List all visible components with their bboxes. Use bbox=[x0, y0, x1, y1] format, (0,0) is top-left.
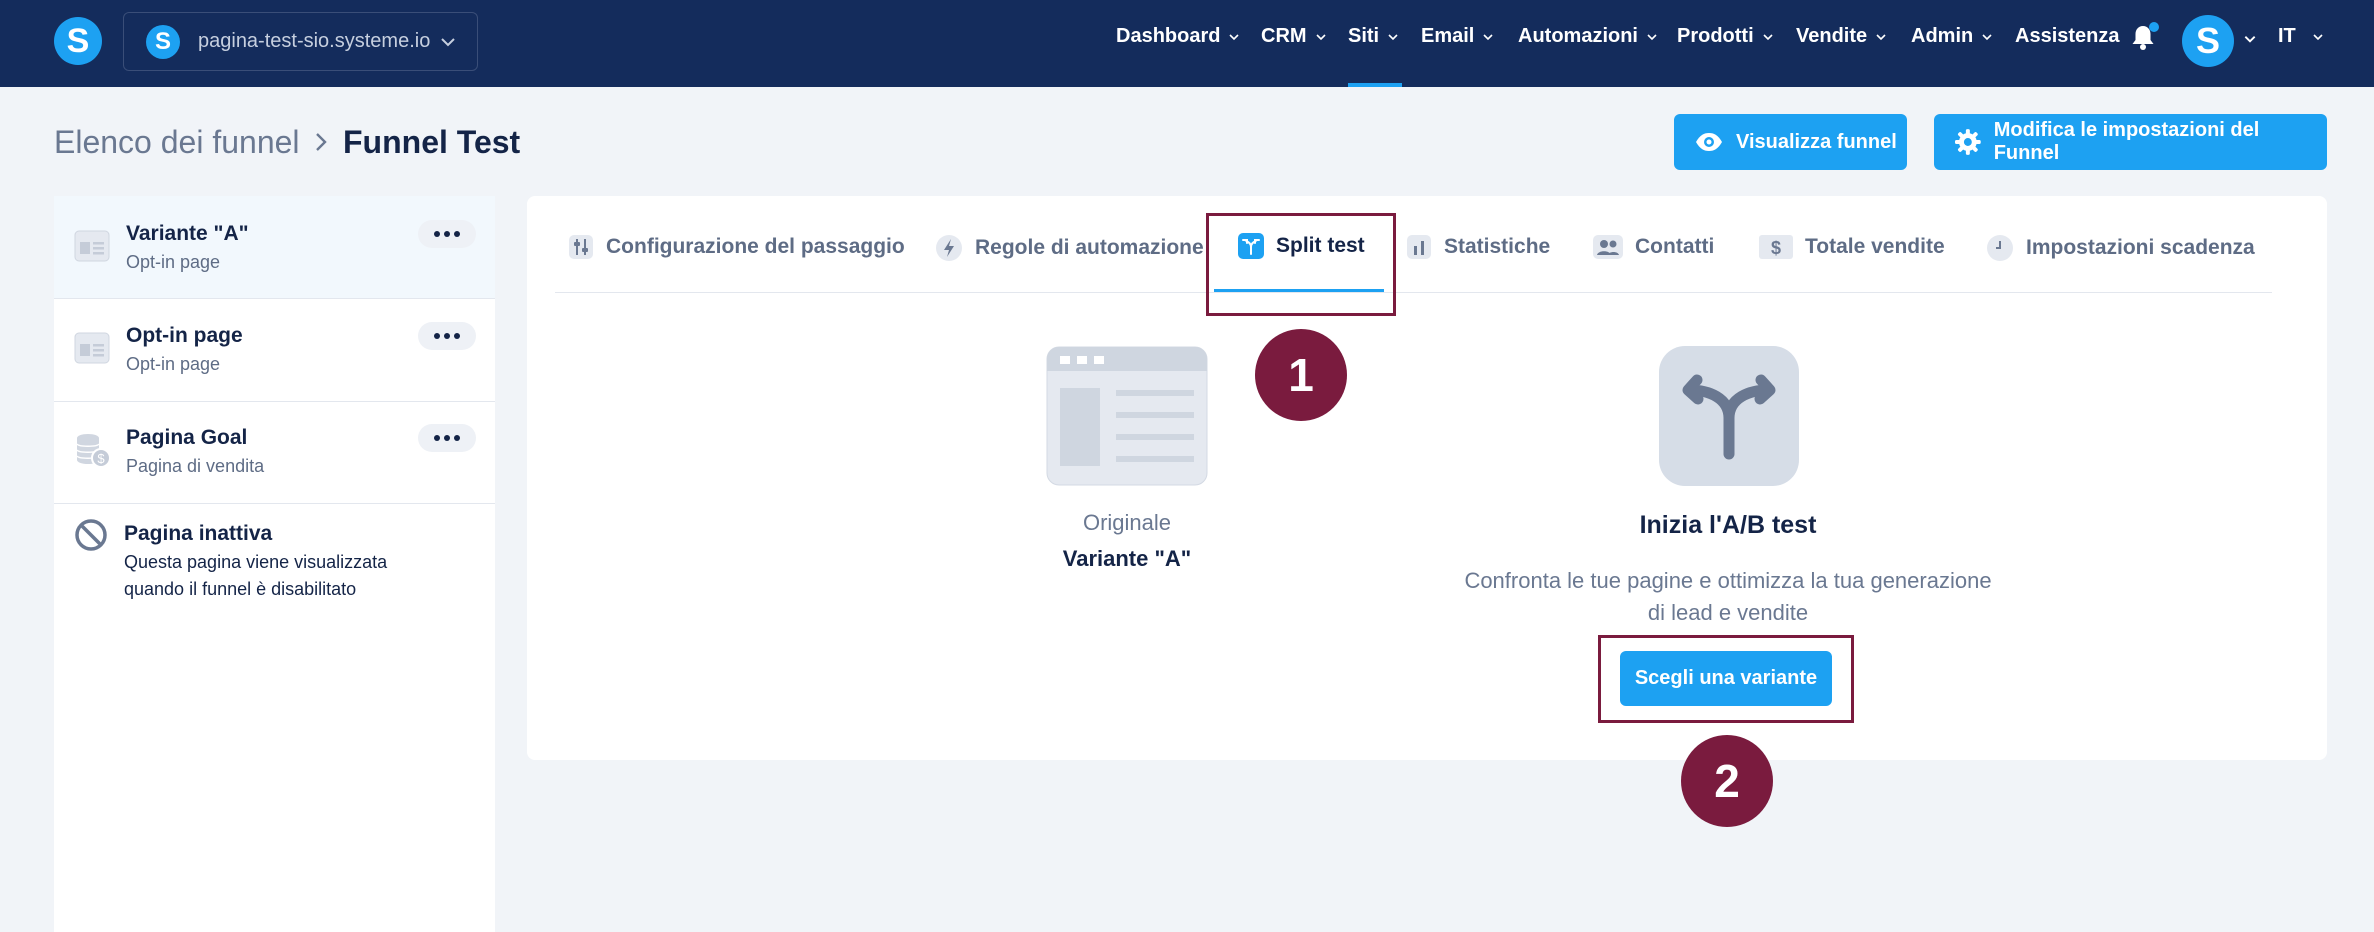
funnel-step-item[interactable]: $ Pagina Goal Pagina di vendita bbox=[54, 402, 495, 504]
tab-totale-vendite[interactable]: $ Totale vendite bbox=[1759, 234, 1945, 260]
chevron-down-icon bbox=[1483, 33, 1493, 40]
page-layout-icon bbox=[1046, 346, 1208, 486]
active-nav-indicator bbox=[1348, 83, 1402, 87]
nav-email[interactable]: Email bbox=[1421, 25, 1494, 48]
inactive-page-description: quando il funnel è disabilitato bbox=[124, 579, 357, 599]
page-layout-icon bbox=[74, 230, 110, 262]
page-title: Funnel Test bbox=[343, 124, 521, 160]
svg-text:$: $ bbox=[97, 451, 105, 466]
chevron-down-icon bbox=[1763, 33, 1773, 40]
nav-assistenza[interactable]: Assistenza bbox=[2015, 25, 2120, 48]
more-options-button[interactable] bbox=[418, 220, 476, 248]
eye-icon bbox=[1696, 133, 1722, 151]
funnel-step-title: Pagina Goal bbox=[126, 426, 248, 449]
site-icon: S bbox=[146, 24, 180, 59]
more-options-button[interactable] bbox=[418, 424, 476, 452]
chevron-down-icon bbox=[1876, 33, 1886, 40]
original-variant-name: Variante "A" bbox=[1062, 546, 1192, 571]
breadcrumb-funnel-list[interactable]: Elenco dei funnel bbox=[54, 124, 300, 161]
nav-crm[interactable]: CRM bbox=[1261, 25, 1327, 48]
chevron-right-icon bbox=[316, 133, 327, 151]
language-selector[interactable]: IT bbox=[2278, 25, 2324, 48]
annotation-highlight-split-test bbox=[1206, 213, 1396, 316]
inactive-page-description: Questa pagina viene visualizzata bbox=[124, 552, 388, 572]
systeme-logo[interactable]: S bbox=[54, 17, 102, 65]
more-options-button[interactable] bbox=[418, 322, 476, 350]
bar-chart-icon bbox=[1407, 235, 1431, 259]
chevron-down-icon[interactable] bbox=[2243, 32, 2257, 46]
funnel-step-subtitle: Opt-in page bbox=[126, 354, 221, 374]
nav-prodotti[interactable]: Prodotti bbox=[1677, 25, 1774, 48]
chevron-down-icon bbox=[1229, 33, 1240, 40]
svg-text:$: $ bbox=[1771, 238, 1781, 258]
notification-dot bbox=[2149, 22, 2159, 32]
nav-automazioni[interactable]: Automazioni bbox=[1518, 25, 1658, 48]
split-arrows-icon bbox=[1659, 346, 1799, 486]
funnel-step-title: Opt-in page bbox=[126, 324, 243, 347]
funnel-step-item[interactable]: Opt-in page Opt-in page bbox=[54, 300, 495, 402]
nav-siti[interactable]: Siti bbox=[1348, 25, 1399, 48]
view-funnel-button[interactable]: Visualizza funnel bbox=[1674, 114, 1907, 170]
inactive-page-title: Pagina inattiva bbox=[124, 522, 273, 545]
top-navbar: S S pagina-test-sio.systeme.io Dashboard… bbox=[0, 0, 2374, 87]
site-selector[interactable]: S pagina-test-sio.systeme.io bbox=[123, 12, 478, 71]
annotation-highlight-choose-variant bbox=[1598, 635, 1854, 723]
prohibited-icon bbox=[75, 519, 107, 551]
edit-funnel-settings-button[interactable]: Modifica le impostazioni del Funnel bbox=[1934, 114, 2327, 170]
chevron-down-icon bbox=[1315, 33, 1326, 40]
chevron-down-icon bbox=[2313, 33, 2323, 40]
tab-regole-automazione[interactable]: Regole di automazione bbox=[935, 234, 1204, 262]
clock-icon bbox=[1987, 235, 2013, 261]
funnel-steps-sidebar: Variante "A" Opt-in page Opt-in page Opt… bbox=[54, 196, 495, 932]
nav-admin[interactable]: Admin bbox=[1911, 25, 1993, 48]
original-label: Originale bbox=[1082, 510, 1172, 535]
page-layout-icon bbox=[74, 332, 110, 364]
annotation-badge-2: 2 bbox=[1681, 735, 1773, 827]
ab-test-title: Inizia l'A/B test bbox=[1639, 511, 1817, 539]
funnel-step-title: Variante "A" bbox=[126, 222, 249, 245]
chevron-down-icon bbox=[1388, 33, 1398, 40]
coins-icon: $ bbox=[76, 434, 111, 468]
users-icon bbox=[1593, 235, 1623, 259]
ab-test-description: di lead e vendite bbox=[1647, 600, 1809, 625]
tab-statistiche[interactable]: Statistiche bbox=[1406, 234, 1550, 260]
dollar-icon: $ bbox=[1759, 235, 1793, 259]
chevron-down-icon bbox=[1647, 33, 1657, 40]
gear-icon bbox=[1954, 129, 1981, 155]
tab-impostazioni-scadenza[interactable]: Impostazioni scadenza bbox=[1986, 234, 2255, 262]
annotation-badge-1: 1 bbox=[1255, 329, 1347, 421]
tab-configurazione[interactable]: Configurazione del passaggio bbox=[568, 234, 905, 260]
nav-vendite[interactable]: Vendite bbox=[1796, 25, 1887, 48]
tab-contatti[interactable]: Contatti bbox=[1593, 234, 1714, 260]
chevron-down-icon bbox=[441, 38, 455, 47]
sliders-icon bbox=[569, 235, 593, 259]
step-details-card bbox=[527, 196, 2327, 760]
user-avatar[interactable]: S bbox=[2182, 15, 2234, 67]
funnel-step-subtitle: Opt-in page bbox=[126, 252, 221, 272]
tabs-divider bbox=[555, 292, 2272, 293]
nav-dashboard[interactable]: Dashboard bbox=[1116, 25, 1240, 48]
funnel-step-subtitle: Pagina di vendita bbox=[126, 456, 265, 476]
inactive-page-item[interactable]: Pagina inattiva Questa pagina viene visu… bbox=[54, 504, 495, 614]
chevron-down-icon bbox=[1982, 33, 1992, 40]
ab-test-description: Confronta le tue pagine e ottimizza la t… bbox=[1464, 568, 1992, 593]
site-name: pagina-test-sio.systeme.io bbox=[198, 30, 431, 52]
lightning-icon bbox=[936, 235, 962, 261]
funnel-step-item[interactable]: Variante "A" Opt-in page bbox=[54, 196, 495, 299]
